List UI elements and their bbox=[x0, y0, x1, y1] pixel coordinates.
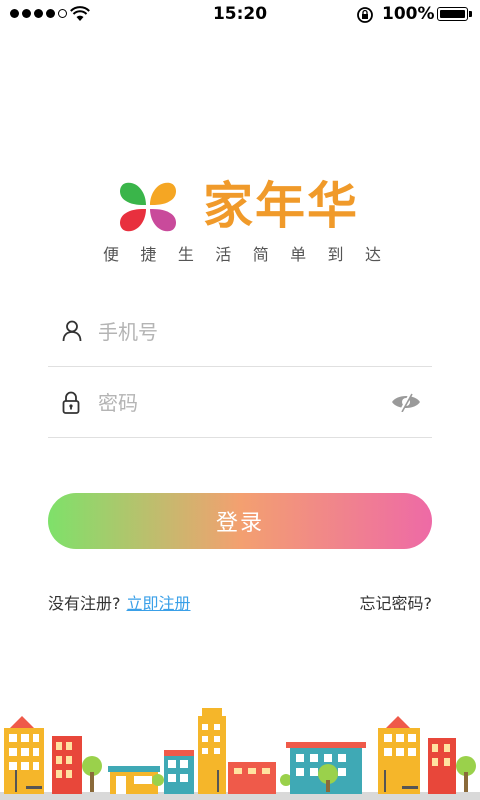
slogan-char: 便 bbox=[103, 245, 132, 264]
eye-hidden-icon[interactable] bbox=[390, 392, 422, 412]
rotation-lock-icon bbox=[357, 7, 373, 23]
battery-percent: 100% bbox=[382, 4, 435, 24]
slogan-char: 到 bbox=[327, 245, 356, 264]
slogan-char: 生 bbox=[177, 245, 206, 264]
register-link[interactable]: 立即注册 bbox=[127, 594, 191, 613]
slogan-char: 活 bbox=[215, 245, 244, 264]
user-icon bbox=[62, 320, 82, 342]
lock-icon bbox=[62, 391, 80, 414]
city-skyline-illustration bbox=[0, 708, 480, 800]
password-field bbox=[48, 367, 432, 438]
slogan-char: 捷 bbox=[140, 245, 169, 264]
login-button[interactable]: 登录 bbox=[48, 493, 432, 549]
slogan: 便 捷 生 活 简 单 到 达 bbox=[103, 241, 393, 265]
slogan-char: 单 bbox=[290, 245, 319, 264]
clover-logo-icon bbox=[120, 182, 176, 232]
battery-icon bbox=[437, 7, 468, 21]
slogan-char: 简 bbox=[252, 245, 281, 264]
forgot-password-link[interactable]: 忘记密码? bbox=[360, 590, 433, 614]
slogan-char: 达 bbox=[364, 245, 393, 264]
phone-input[interactable] bbox=[96, 314, 390, 350]
password-input[interactable] bbox=[96, 385, 390, 421]
brand-name: 家年华 bbox=[203, 177, 359, 235]
phone-field bbox=[48, 296, 432, 367]
status-bar: 15:20 100% bbox=[0, 0, 480, 28]
no-account-text: 没有注册? bbox=[48, 594, 121, 613]
